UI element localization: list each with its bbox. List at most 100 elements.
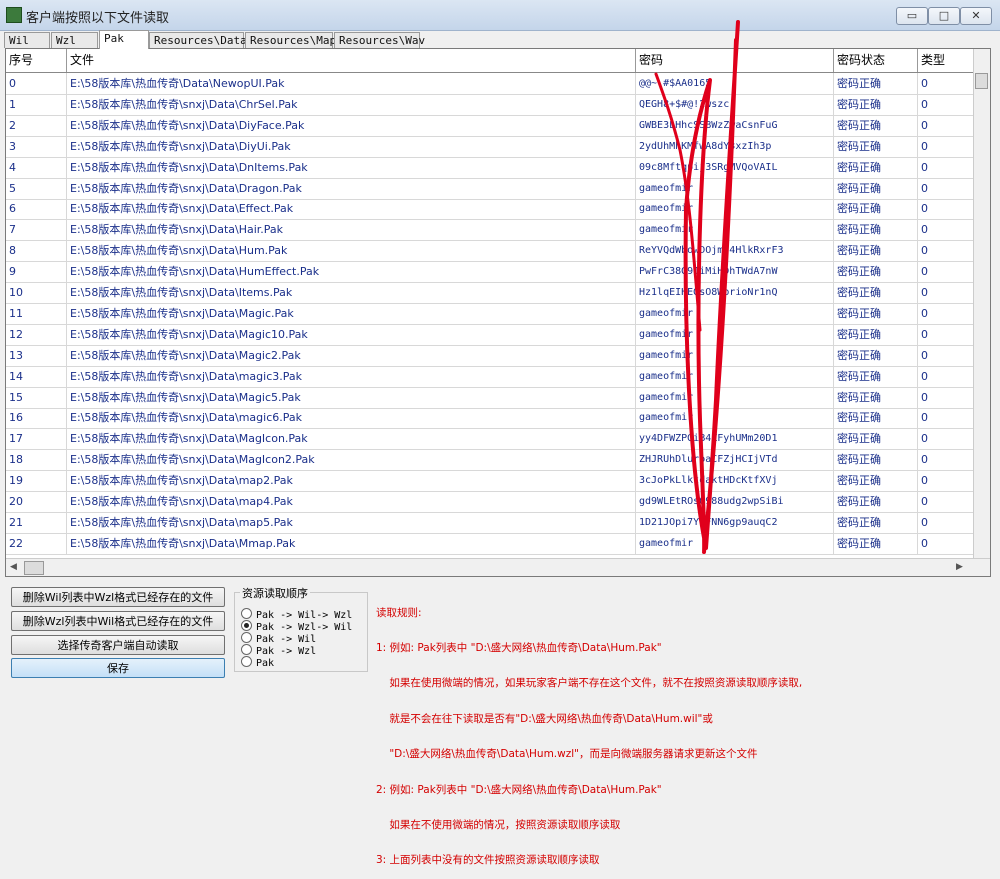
cell-password[interactable]: gameofmir [636, 386, 834, 408]
cell-file[interactable]: E:\58版本库\热血传奇\snxj\Data\magic6.Pak [67, 407, 636, 429]
header-password[interactable]: 密码 [636, 49, 834, 72]
table-row[interactable]: 1 E:\58版本库\热血传奇\snxj\Data\ChrSel.Pak QEGH8… [6, 93, 980, 116]
radio-order-3[interactable]: Pak -> Wzl [241, 644, 316, 657]
table-row[interactable]: 20 E:\58版本库\热血传奇\snxj\Data\map4.Pak gd9WLE… [6, 491, 980, 513]
cell-index[interactable]: 12 [6, 323, 67, 345]
cell-type[interactable]: 0 [918, 323, 980, 345]
cell-file[interactable]: E:\58版本库\热血传奇\snxj\Data\magic3.Pak [67, 365, 636, 387]
cell-password[interactable]: 2ydUhMhKMfwA8dY3xzIh3p [636, 135, 834, 157]
radio-order-0[interactable]: Pak -> Wil-> Wzl [241, 608, 352, 621]
cell-file[interactable]: E:\58版本库\热血传奇\snxj\Data\MagIcon2.Pak [67, 449, 636, 471]
radio-order-2[interactable]: Pak -> Wil [241, 632, 316, 645]
cell-password[interactable]: QEGH8+$#@!2wszc [636, 93, 834, 115]
cell-type[interactable]: 0 [918, 532, 980, 554]
cell-password-status[interactable]: 密码正确 [834, 73, 918, 94]
cell-password[interactable]: gameofmir [636, 344, 834, 366]
cell-type[interactable]: 0 [918, 491, 980, 512]
radio-order-4[interactable]: Pak [241, 656, 274, 669]
cell-type[interactable]: 0 [918, 219, 980, 241]
cell-password[interactable]: 1D21JOpi7YcFNN6gp9auqC2 [636, 511, 834, 533]
cell-type[interactable]: 0 [918, 240, 980, 262]
cell-file[interactable]: E:\58版本库\热血传奇\snxj\Data\HumEffect.Pak [67, 261, 636, 283]
cell-password-status[interactable]: 密码正确 [834, 386, 918, 408]
cell-file[interactable]: E:\58版本库\热血传奇\snxj\Data\ChrSel.Pak [67, 93, 636, 115]
cell-password-status[interactable]: 密码正确 [834, 261, 918, 283]
table-row[interactable]: 12 E:\58版本库\热血传奇\snxj\Data\Magic10.Pak gam… [6, 323, 980, 346]
cell-index[interactable]: 19 [6, 470, 67, 492]
tab-pak[interactable]: Pak [99, 30, 149, 49]
cell-index[interactable]: 11 [6, 302, 67, 324]
cell-file[interactable]: E:\58版本库\热血传奇\snxj\Data\Mmap.Pak [67, 532, 636, 554]
table-row[interactable]: 18 E:\58版本库\热血传奇\snxj\Data\MagIcon2.Pak ZH… [6, 449, 980, 472]
cell-file[interactable]: E:\58版本库\热血传奇\snxj\Data\Effect.Pak [67, 198, 636, 220]
cell-type[interactable]: 0 [918, 282, 980, 303]
radio-dot-icon[interactable] [241, 656, 252, 667]
cell-password-status[interactable]: 密码正确 [834, 470, 918, 492]
cell-index[interactable]: 22 [6, 532, 67, 554]
scroll-right-icon[interactable]: ▶ [956, 562, 963, 572]
cell-type[interactable]: 0 [918, 428, 980, 450]
cell-password-status[interactable]: 密码正确 [834, 219, 918, 241]
table-row[interactable]: 17 E:\58版本库\热血传奇\snxj\Data\MagIcon.Pak yy4… [6, 428, 980, 451]
table-row[interactable]: 11 E:\58版本库\热血传奇\snxj\Data\Magic.Pak gameo… [6, 302, 980, 325]
radio-dot-icon[interactable] [241, 644, 252, 655]
cell-index[interactable]: 20 [6, 491, 67, 512]
auto-read-client-button[interactable]: 选择传奇客户端自动读取 [11, 635, 225, 655]
cell-password-status[interactable]: 密码正确 [834, 407, 918, 429]
vertical-scroll-thumb[interactable] [975, 73, 988, 89]
cell-index[interactable]: 6 [6, 198, 67, 220]
cell-index[interactable]: 0 [6, 73, 67, 94]
cell-type[interactable]: 0 [918, 73, 980, 94]
cell-password[interactable]: gameofmir [636, 323, 834, 345]
tab-resources-data[interactable]: Resources\Data [149, 32, 247, 48]
table-row[interactable]: 16 E:\58版本库\热血传奇\snxj\Data\magic6.Pak game… [6, 407, 980, 430]
cell-password[interactable]: yy4DFWZPGiB4ZFyhUMm20D1 [636, 428, 834, 450]
scroll-left-icon[interactable]: ◀ [10, 562, 17, 572]
cell-password-status[interactable]: 密码正确 [834, 282, 918, 303]
cell-type[interactable]: 0 [918, 198, 980, 220]
header-file[interactable]: 文件 [67, 49, 636, 72]
cell-password-status[interactable]: 密码正确 [834, 449, 918, 471]
cell-file[interactable]: E:\58版本库\热血传奇\snxj\Data\DnItems.Pak [67, 156, 636, 178]
cell-file[interactable]: E:\58版本库\热血传奇\snxj\Data\Magic10.Pak [67, 323, 636, 345]
cell-file[interactable]: E:\58版本库\热血传奇\snxj\Data\Dragon.Pak [67, 177, 636, 199]
cell-file[interactable]: E:\58版本库\热血传奇\snxj\Data\Magic2.Pak [67, 344, 636, 366]
close-button[interactable]: ✕ [960, 7, 992, 25]
cell-index[interactable]: 16 [6, 407, 67, 429]
header-type[interactable]: 类型 [918, 49, 980, 72]
cell-index[interactable]: 15 [6, 386, 67, 408]
cell-type[interactable]: 0 [918, 135, 980, 157]
cell-type[interactable]: 0 [918, 156, 980, 178]
radio-dot-icon[interactable] [241, 620, 252, 631]
cell-password[interactable]: Hz1lqEIHEGsO8WbrioNr1nQ [636, 282, 834, 303]
cell-index[interactable]: 10 [6, 282, 67, 303]
tab-wil[interactable]: Wil [4, 32, 50, 48]
cell-password[interactable]: 3cJoPkLlktdaktHDcKtfXVj [636, 470, 834, 492]
cell-password-status[interactable]: 密码正确 [834, 511, 918, 533]
cell-file[interactable]: E:\58版本库\热血传奇\Data\NewopUI.Pak [67, 73, 636, 94]
cell-password-status[interactable]: 密码正确 [834, 177, 918, 199]
delete-wzl-duplicates-button[interactable]: 删除Wzl列表中Wil格式已经存在的文件 [11, 611, 225, 631]
tab-resources-map[interactable]: Resources\Map [245, 32, 336, 48]
cell-file[interactable]: E:\58版本库\热血传奇\snxj\Data\DiyUi.Pak [67, 135, 636, 157]
cell-file[interactable]: E:\58版本库\热血传奇\snxj\Data\map4.Pak [67, 491, 636, 512]
cell-password-status[interactable]: 密码正确 [834, 93, 918, 115]
cell-password-status[interactable]: 密码正确 [834, 532, 918, 554]
table-row[interactable]: 14 E:\58版本库\热血传奇\snxj\Data\magic3.Pak game… [6, 365, 980, 388]
header-index[interactable]: 序号 [6, 49, 67, 72]
cell-password[interactable]: gameofmir [636, 177, 834, 199]
cell-password[interactable]: @@~ #$AA0165 [636, 73, 834, 94]
cell-type[interactable]: 0 [918, 386, 980, 408]
cell-password-status[interactable]: 密码正确 [834, 135, 918, 157]
cell-password[interactable]: GWBE3LHhcSSBWzZwaCsnFuG [636, 114, 834, 136]
table-row[interactable]: 5 E:\58版本库\热血传奇\snxj\Data\Dragon.Pak gameo… [6, 177, 980, 200]
cell-password[interactable]: PwFrC38G9IiMiHDhTWdA7nW [636, 261, 834, 283]
cell-password[interactable]: gameofmir [636, 365, 834, 387]
cell-password-status[interactable]: 密码正确 [834, 198, 918, 220]
cell-index[interactable]: 13 [6, 344, 67, 366]
cell-password-status[interactable]: 密码正确 [834, 344, 918, 366]
cell-index[interactable]: 18 [6, 449, 67, 471]
vertical-scrollbar[interactable] [973, 49, 990, 559]
cell-type[interactable]: 0 [918, 365, 980, 387]
cell-password-status[interactable]: 密码正确 [834, 302, 918, 324]
